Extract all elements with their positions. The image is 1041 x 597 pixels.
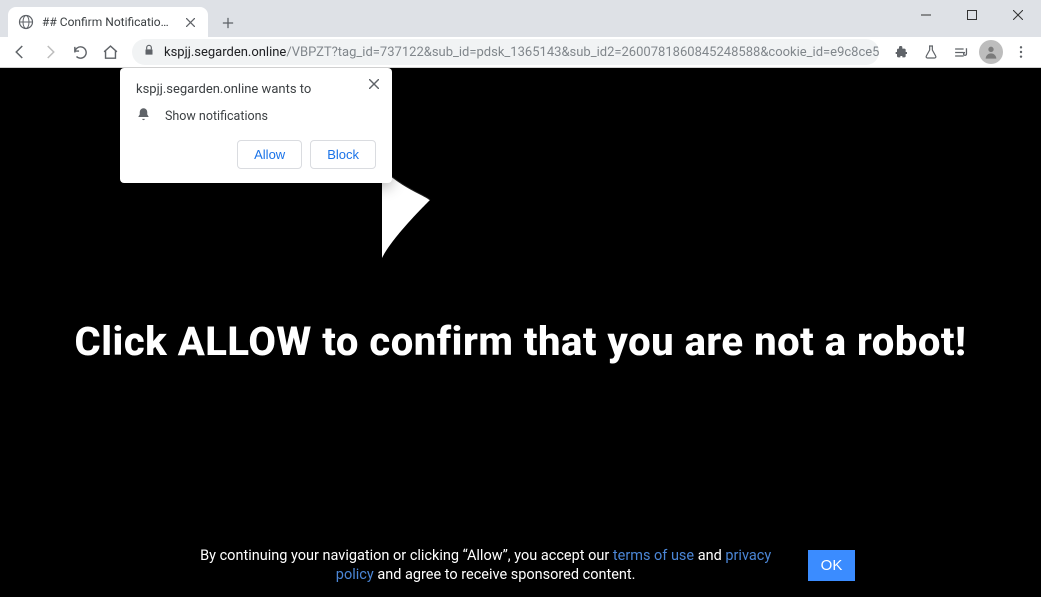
globe-icon (18, 14, 34, 30)
allow-button[interactable]: Allow (237, 140, 302, 169)
tab-close-button[interactable] (182, 14, 198, 30)
consent-text: By continuing your navigation or clickin… (186, 546, 786, 585)
window-close-button[interactable] (995, 0, 1041, 30)
dialog-close-button[interactable] (366, 76, 382, 92)
labs-button[interactable] (917, 38, 945, 66)
window-minimize-button[interactable] (903, 0, 949, 30)
menu-button[interactable] (1007, 38, 1035, 66)
terms-of-use-link[interactable]: terms of use (613, 547, 694, 564)
home-button[interactable] (96, 38, 124, 66)
forward-button[interactable] (36, 38, 64, 66)
browser-tab[interactable]: ## Confirm Notifications ## (8, 7, 208, 37)
address-bar[interactable]: kspjj.segarden.online/VBPZT?tag_id=73712… (132, 39, 879, 65)
back-button[interactable] (6, 38, 34, 66)
permission-capability-text: Show notifications (165, 109, 268, 124)
block-button[interactable]: Block (310, 140, 376, 169)
notification-permission-dialog: kspjj.segarden.online wants to Show noti… (120, 68, 392, 183)
extensions-button[interactable] (887, 38, 915, 66)
media-control-button[interactable] (947, 38, 975, 66)
ok-button[interactable]: OK (808, 550, 856, 581)
reload-button[interactable] (66, 38, 94, 66)
main-heading: Click ALLOW to confirm that you are not … (0, 318, 1041, 365)
lock-icon (142, 43, 156, 61)
window-maximize-button[interactable] (949, 0, 995, 30)
url-text: kspjj.segarden.online/VBPZT?tag_id=73712… (164, 45, 879, 60)
new-tab-button[interactable] (214, 9, 242, 37)
bell-icon (136, 107, 151, 126)
permission-origin-text: kspjj.segarden.online wants to (136, 82, 376, 97)
profile-avatar[interactable] (977, 38, 1005, 66)
tab-title: ## Confirm Notifications ## (42, 15, 174, 29)
